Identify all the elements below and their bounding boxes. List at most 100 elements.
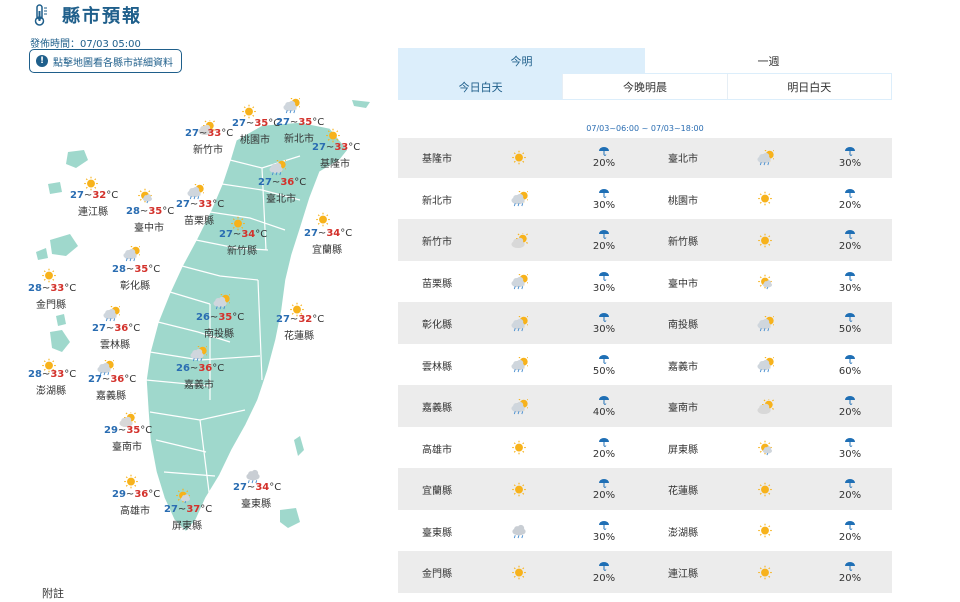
map-city-label[interactable]: 臺北市 [266,190,296,205]
map-hint-label: 點擊地圖看各縣市詳細資料 [53,57,173,69]
map-temperature: 27~35°C [276,117,325,128]
tab-tonight[interactable]: 今晚明晨 [563,74,728,99]
city-name[interactable]: 連江縣 [644,553,726,593]
rain-probability: 60% [810,346,890,386]
city-name[interactable]: 桃園市 [644,180,726,220]
map-hint-button[interactable]: ! 點擊地圖看各縣市詳細資料 [29,49,182,73]
temp-low: 28 [28,283,42,294]
map-city-label[interactable]: 臺中市 [134,219,164,234]
rain-probability-value: 20% [838,407,862,419]
temp-high: 35 [218,312,233,323]
weather-cell [726,470,810,510]
rain-probability-value: 50% [592,365,616,377]
rain-probability-value: 30% [838,448,862,460]
map-city-label[interactable]: 高雄市 [120,502,150,517]
cloudy-sun-icon [757,398,774,414]
city-name[interactable]: 新竹縣 [644,221,726,261]
umbrella-icon [845,271,855,281]
temp-low: 28 [112,264,126,275]
map-city-label[interactable]: 新竹縣 [227,242,257,257]
city-name[interactable]: 南投縣 [644,304,726,344]
weather-cell [480,470,564,510]
city-name[interactable]: 臺中市 [644,263,726,303]
city-name[interactable]: 雲林縣 [398,346,480,386]
rain-probability: 30% [564,512,644,552]
temp-high: 34 [326,228,341,239]
map-city-label[interactable]: 桃園市 [240,131,270,146]
map-weather-icon[interactable] [212,291,233,314]
matsu-island[interactable] [66,150,88,168]
map-city-label[interactable]: 南投縣 [204,325,234,340]
map-city-label[interactable]: 雲林縣 [100,336,130,351]
rain-probability-value: 30% [838,282,862,294]
city-name[interactable]: 花蓮縣 [644,470,726,510]
map-city-label[interactable]: 基隆市 [320,155,350,170]
map-temperature: 27~33°C [312,142,361,153]
sun-icon [512,441,526,455]
sun-rain-icon [176,488,191,504]
map-city-label[interactable]: 花蓮縣 [284,327,314,342]
map-weather-icon[interactable] [122,243,143,266]
umbrella-icon [599,520,609,530]
umbrella-icon [599,437,609,447]
rain-probability: 20% [810,512,890,552]
map-weather-icon[interactable] [136,188,154,208]
penghu-island[interactable] [50,330,70,352]
weather-cell [480,138,564,178]
map-city-label[interactable]: 新北市 [284,130,314,145]
rain-sun-icon [511,398,528,414]
city-name[interactable]: 宜蘭縣 [398,470,480,510]
umbrella-icon [599,354,609,364]
city-name[interactable]: 嘉義縣 [398,387,480,427]
taiwan-map[interactable]: 27~33°C 新竹市 27~35°C 桃園市 27~35°C 新北市 27~33°C 基隆市… [0,80,390,550]
sun-icon [758,192,772,206]
city-name[interactable]: 新竹市 [398,221,480,261]
tab-tomorrow-day[interactable]: 明日白天 [728,74,891,99]
kinmen-island[interactable] [50,234,78,256]
tab-today-tomorrow[interactable]: 今明 [398,48,645,73]
map-city-label[interactable]: 嘉義市 [184,376,214,391]
map-city-label[interactable]: 彰化縣 [120,277,150,292]
map-city-label[interactable]: 新竹市 [193,141,223,156]
map-temperature: 29~36°C [112,489,161,500]
city-name[interactable]: 金門縣 [398,553,480,593]
city-name[interactable]: 基隆市 [398,138,480,178]
rain-probability: 30% [810,138,890,178]
city-name[interactable]: 屏東縣 [644,429,726,469]
umbrella-icon [845,230,855,240]
city-name[interactable]: 高雄市 [398,429,480,469]
map-city-label[interactable]: 苗栗縣 [184,212,214,227]
rain-probability-value: 20% [838,490,862,502]
map-city-label[interactable]: 澎湖縣 [36,382,66,397]
tab-week[interactable]: 一週 [645,48,892,73]
temp-low: 27 [70,190,84,201]
tab-today-day[interactable]: 今日白天 [399,74,564,99]
city-name[interactable]: 臺南市 [644,387,726,427]
rain-probability: 20% [564,470,644,510]
city-name[interactable]: 嘉義市 [644,346,726,386]
map-temperature: 27~33°C [176,199,225,210]
city-name[interactable]: 澎湖縣 [644,512,726,552]
city-name[interactable]: 新北市 [398,180,480,220]
weather-cell [480,180,564,220]
map-temperature: 27~37°C [164,504,213,515]
map-weather-icon[interactable] [282,95,303,118]
table-row: 嘉義縣 40% 臺南市 20% [398,387,892,429]
city-name[interactable]: 臺北市 [644,138,726,178]
temp-low: 27 [276,314,290,325]
map-city-label[interactable]: 宜蘭縣 [312,241,342,256]
umbrella-icon [599,230,609,240]
weather-cell [480,512,564,552]
map-city-label[interactable]: 連江縣 [78,203,108,218]
sun-rain-icon [758,441,773,456]
map-city-label[interactable]: 屏東縣 [172,517,202,532]
map-city-label[interactable]: 金門縣 [36,296,66,311]
map-city-label[interactable]: 臺南市 [112,438,142,453]
map-city-label[interactable]: 臺東縣 [241,495,271,510]
map-city-label[interactable]: 嘉義縣 [96,387,126,402]
city-name[interactable]: 彰化縣 [398,304,480,344]
city-name[interactable]: 臺東縣 [398,512,480,552]
temp-high: 34 [255,482,270,493]
page-header: 縣市預報 [30,2,142,28]
city-name[interactable]: 苗栗縣 [398,263,480,303]
